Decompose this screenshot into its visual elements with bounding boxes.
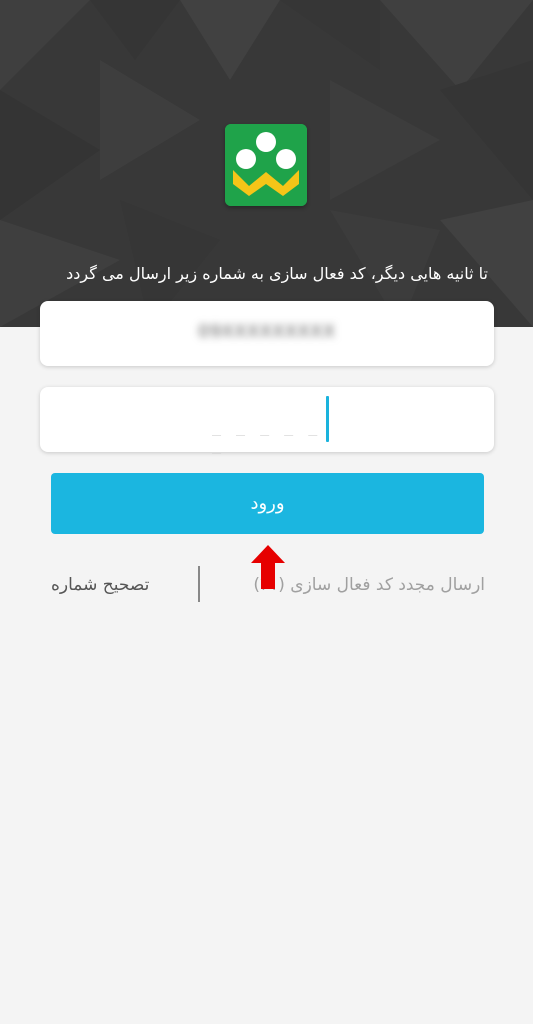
activation-code-input[interactable] [60,405,474,435]
red-arrow-up-icon [251,545,285,589]
resend-code-link[interactable]: ارسال مجدد کد فعال سازی (۴۱) [253,572,485,598]
link-divider [198,566,200,602]
phone-number-value: 09XXXXXXXXX [198,322,336,342]
text-cursor [326,396,329,442]
app-logo-icon [225,124,307,206]
login-button[interactable]: ورود [51,473,484,534]
activation-code-field[interactable] [40,387,494,452]
info-text: تا ثانیه هایی دیگر، کد فعال سازی به شمار… [66,264,488,283]
phone-number-field: 09XXXXXXXXX [40,301,494,366]
fix-number-link[interactable]: تصحیح شماره [51,572,149,598]
